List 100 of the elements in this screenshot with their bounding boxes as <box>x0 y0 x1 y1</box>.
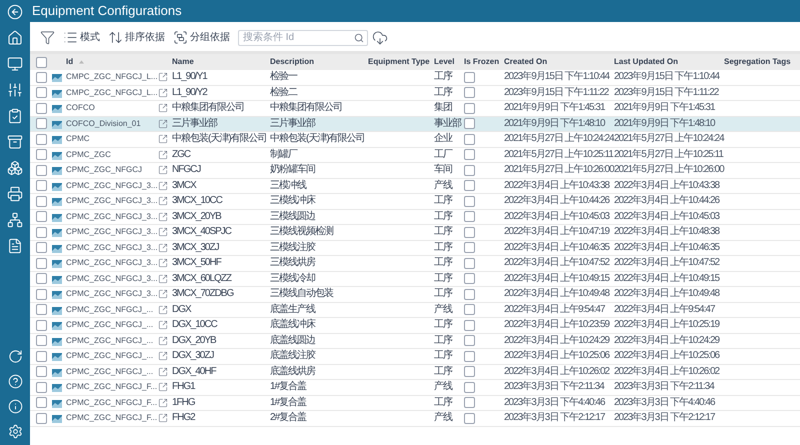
select-all-checkbox[interactable] <box>36 56 47 68</box>
open-link-icon[interactable] <box>158 413 168 424</box>
clipboard-icon[interactable] <box>7 108 23 124</box>
open-link-icon[interactable] <box>158 72 168 82</box>
row-checkbox[interactable] <box>36 211 47 222</box>
search-icon[interactable] <box>354 32 364 42</box>
row-checkbox[interactable] <box>36 149 47 160</box>
table-row[interactable]: CPMC_ZGC_NFGCJ_3... 3MCX_70ZDBG 三模线自动包装 工序 2022年3月4日 上午10:49:48 2022年3月4日 上午10:49:48 <box>30 287 800 302</box>
cloud-download-icon[interactable] <box>372 30 388 46</box>
open-link-icon[interactable] <box>158 289 168 300</box>
open-link-icon[interactable] <box>158 320 168 330</box>
group-button[interactable]: 分组依据 <box>173 30 230 45</box>
table-row[interactable]: CPMC_ZGC_NFGCJ_3... 3MCX_50HF 三模线烘房 工序 2022年3月4日 上午10:47:52 2022年3月4日 上午10:47:52 <box>30 256 800 272</box>
column-header[interactable]: Equipment Type <box>368 58 430 66</box>
column-header[interactable]: Segregation Tags <box>724 58 791 66</box>
open-link-icon[interactable] <box>158 212 168 222</box>
table-row[interactable]: CPMC_ZGC_NFGCJ NFGCJ 奶粉罐车间 车间 2021年5月27日 上午10:26:002021年5月27日 上午10:26:00 <box>30 163 800 178</box>
column-header[interactable]: Description <box>270 58 314 66</box>
table-row[interactable]: CPMC_ZGC_NFGCJ_... DGX_20YB 底盖线圆边 工序 2022年3月4日 上午10:24:29 2022年3月4日 上午10:24:29 <box>30 334 800 349</box>
home-icon[interactable] <box>7 30 23 46</box>
table-row[interactable]: CPMC_ZGC_NFGCJ_... DGX_40HF 底盖线烘房 工序 2022年3月4日 上午10:26:02 2022年3月4日 上午10:26:02 <box>30 364 800 380</box>
open-link-icon[interactable] <box>158 118 168 129</box>
table-row[interactable]: CPMC_ZGC_NFGCJ_... DGX 底盖生产线 产线 2022年3月4日 上午9:54:47 2022年3月4日 上午9:54:47 <box>30 302 800 318</box>
row-checkbox[interactable] <box>36 164 47 176</box>
table-row[interactable]: CPMC_ZGC_NFGCJ_3... 3MCX_20YB 三模线圆边 工序 2022年3月4日 上午10:45:03 2022年3月4日 上午10:45:03 <box>30 210 800 225</box>
monitor-icon[interactable] <box>7 56 23 72</box>
table-row[interactable]: COFCO 中粮集团有限公司 中粮集团有限公司 集团 2021年9月9日 下午1:45:31 2021年9月9日 下午1:45:31 <box>30 101 800 116</box>
sort-button[interactable]: 排序依据 <box>108 30 165 45</box>
settings-icon[interactable] <box>8 424 22 439</box>
table-row[interactable]: CPMC_ZGC_NFGCJ_3... 3MCX 三模冲线 产线 2022年3月4日 上午10:43:38 2022年3月4日 上午10:43:38 <box>30 178 800 194</box>
column-header[interactable]: Is Frozen <box>464 58 500 66</box>
open-link-icon[interactable] <box>158 274 168 284</box>
row-checkbox[interactable] <box>36 118 47 130</box>
row-checkbox[interactable] <box>36 87 47 98</box>
table-row[interactable]: CMPC_ZGC_NFGCJ_L... L1_90/Y1 检验一 工序 2023年9月15日 下午1:10:44 2023年9月15日 下午1:10:44 <box>30 70 800 86</box>
open-link-icon[interactable] <box>158 242 168 253</box>
open-link-icon[interactable] <box>158 398 168 408</box>
row-checkbox[interactable] <box>36 242 47 254</box>
mode-button[interactable]: 模式 <box>63 30 100 45</box>
table-row[interactable]: CPMC 中粮包装(天津)有限公司 中粮包装(天津)有限公司 企业 2021年5月27日 上午10:24:242021年5月27日 上午10:24:24 <box>30 132 800 148</box>
row-checkbox[interactable] <box>36 134 47 145</box>
open-link-icon[interactable] <box>158 351 168 362</box>
row-checkbox[interactable] <box>36 335 47 346</box>
open-link-icon[interactable] <box>158 366 168 377</box>
column-header[interactable]: Last Updated On <box>614 58 678 66</box>
network-icon[interactable] <box>7 212 23 228</box>
table-row[interactable]: CPMC_ZGC_NFGCJ_3... 3MCX_30ZJ 三模线注胶 工序 2022年3月4日 上午10:46:35 2022年3月4日 上午10:46:35 <box>30 240 800 256</box>
row-checkbox[interactable] <box>36 196 47 207</box>
refresh-icon[interactable] <box>8 349 22 364</box>
row-checkbox[interactable] <box>36 226 47 238</box>
info-icon[interactable] <box>8 399 22 414</box>
sliders-icon[interactable] <box>7 82 23 98</box>
open-link-icon[interactable] <box>158 88 168 98</box>
back-icon[interactable] <box>7 4 23 20</box>
table-row[interactable]: CPMC_ZGC_NFGCJ_3... 3MCX_60LQZZ 三模线冷却 工序 2022年3月4日 上午10:49:15 2022年3月4日 上午10:49:15 <box>30 272 800 287</box>
table-row[interactable]: CPMC_ZGC_NFGCJ_3... 3MCX_40SPJC 三模线视频检测 工序 2022年3月4日 上午10:47:19 2022年3月4日 上午10:48:38 <box>30 225 800 240</box>
row-checkbox[interactable] <box>36 288 47 300</box>
table-row[interactable]: CPMC_ZGC_NFGCJ_3... 3MCX_10CC 三模线冲床 工序 2022年3月4日 上午10:44:26 2022年3月4日 上午10:44:26 <box>30 194 800 210</box>
row-checkbox[interactable] <box>36 412 47 424</box>
table-row[interactable]: CMPC_ZGC_NFGCJ_L... L1_90/Y2 检验二 工序 2023年9月15日 下午1:11:22 2023年9月15日 下午1:11:22 <box>30 86 800 101</box>
column-header[interactable]: Created On <box>504 58 548 66</box>
column-header[interactable]: Id <box>66 58 74 66</box>
row-checkbox[interactable] <box>36 304 47 316</box>
open-link-icon[interactable] <box>158 258 168 268</box>
open-link-icon[interactable] <box>158 336 168 346</box>
row-checkbox[interactable] <box>36 397 47 408</box>
table-row[interactable]: CPMC_ZGC_NFGCJ_... DGX_10CC 底盖线冲床 工序 2022年3月4日 上午10:23:59 2022年3月4日 上午10:25:19 <box>30 318 800 334</box>
table-row[interactable]: CPMC_ZGC ZGC 制罐厂 工厂 2021年5月27日 上午10:25:112021年5月27日 上午10:25:11 <box>30 148 800 163</box>
open-link-icon[interactable] <box>158 304 168 315</box>
row-checkbox[interactable] <box>36 258 47 269</box>
open-link-icon[interactable] <box>158 227 168 238</box>
table-row[interactable]: CPMC_ZGC_NFGCJ_F... 1FHG 1#复合盖 工序 2023年3月3日 下午4:40:46 2023年3月3日 下午4:40:46 <box>30 396 800 411</box>
boxes-icon[interactable] <box>7 160 23 176</box>
column-header[interactable]: Level <box>434 58 454 66</box>
column-header[interactable]: Name <box>172 58 194 66</box>
document-icon[interactable] <box>7 238 23 254</box>
open-link-icon[interactable] <box>158 196 168 206</box>
row-checkbox[interactable] <box>36 382 47 393</box>
row-checkbox[interactable] <box>36 350 47 362</box>
row-checkbox[interactable] <box>36 180 47 192</box>
archive-icon[interactable] <box>7 134 23 150</box>
row-checkbox[interactable] <box>36 72 47 83</box>
row-checkbox[interactable] <box>36 320 47 331</box>
table-row[interactable]: COFCO_Division_01 三片事业部 三片事业部 事业部 2021年9月9日 下午1:48:10 2021年9月9日 下午1:48:10 <box>30 116 800 132</box>
printer-icon[interactable] <box>7 186 23 202</box>
search-field[interactable]: 搜索条件 Id <box>238 30 368 46</box>
table-row[interactable]: CPMC_ZGC_NFGCJ_F... FHG2 2#复合盖 产线 2023年3月3日 下午2:12:17 2023年3月3日 下午2:12:17 <box>30 411 800 426</box>
open-link-icon[interactable] <box>158 165 168 176</box>
row-checkbox[interactable] <box>36 273 47 284</box>
table-row[interactable]: CPMC_ZGC_NFGCJ_F... FHG1 1#复合盖 产线 2023年3月3日 下午2:11:34 2023年3月3日 下午2:11:34 <box>30 380 800 396</box>
open-link-icon[interactable] <box>158 180 168 191</box>
open-link-icon[interactable] <box>158 134 168 144</box>
help-icon[interactable] <box>8 374 22 389</box>
row-checkbox[interactable] <box>36 366 47 378</box>
open-link-icon[interactable] <box>158 382 168 392</box>
open-link-icon[interactable] <box>158 150 168 160</box>
filter-icon[interactable] <box>40 30 55 45</box>
table-row[interactable]: CPMC_ZGC_NFGCJ_... DGX_30ZJ 底盖线注胶 工序 2022年3月4日 上午10:25:06 2022年3月4日 上午10:25:06 <box>30 349 800 364</box>
open-link-icon[interactable] <box>158 103 168 114</box>
row-checkbox[interactable] <box>36 102 47 114</box>
